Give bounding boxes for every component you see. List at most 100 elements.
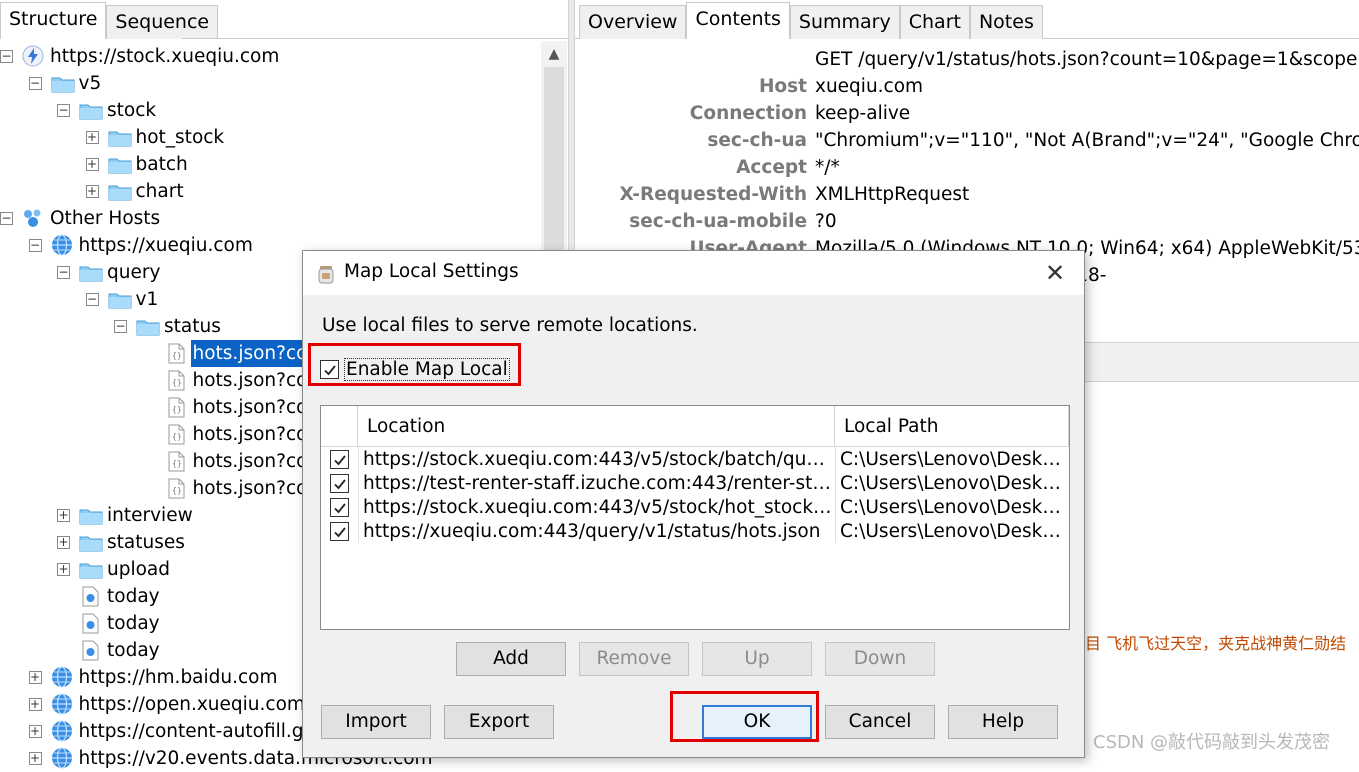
tree-node-label[interactable]: interview <box>105 502 195 529</box>
expand-icon[interactable]: + <box>85 131 99 144</box>
close-icon[interactable]: ✕ <box>1040 259 1070 287</box>
tree-node-label[interactable]: today <box>105 637 162 664</box>
highlight-box-ok <box>670 691 819 742</box>
tree-node-label[interactable]: batch <box>134 151 190 178</box>
header-value: "Chromium";v="110", "Not A(Brand";v="24"… <box>815 130 1359 151</box>
tree-node[interactable]: − https://stock.xueqiu.com <box>0 43 540 70</box>
expand-icon[interactable]: + <box>28 698 42 711</box>
tree-node-label[interactable]: chart <box>134 178 186 205</box>
scroll-up-arrow-icon[interactable]: ▲ <box>541 41 567 67</box>
header-row: Connection keep-alive <box>575 103 1359 130</box>
collapse-icon[interactable]: − <box>0 212 13 225</box>
svg-text:{}: {} <box>172 405 182 414</box>
add-button[interactable]: Add <box>456 642 566 676</box>
local-path-cell[interactable]: C:\Users\Lenovo\Deskto... <box>840 448 1064 472</box>
location-cell[interactable]: https://test-renter-staff.izuche.com:443… <box>363 472 833 496</box>
tree-node[interactable]: + batch <box>0 151 540 178</box>
table-row[interactable]: https://stock.xueqiu.com:443/v5/stock/ho… <box>321 496 1069 520</box>
expand-icon[interactable]: + <box>57 536 70 549</box>
collapse-icon[interactable]: − <box>57 104 70 117</box>
dialog-titlebar[interactable]: Map Local Settings ✕ <box>303 251 1084 295</box>
table-row[interactable]: https://stock.xueqiu.com:443/v5/stock/ba… <box>321 448 1069 472</box>
tab-contents[interactable]: Contents <box>686 2 790 39</box>
header-value: */* <box>815 157 840 178</box>
tab-chart[interactable]: Chart <box>899 5 970 39</box>
tree-node-label[interactable]: stock <box>105 97 158 124</box>
tab-summary[interactable]: Summary <box>789 5 900 39</box>
tree-node[interactable]: + chart <box>0 178 540 205</box>
tab-sequence[interactable]: Sequence <box>106 5 219 39</box>
down-button[interactable]: Down <box>825 642 935 676</box>
expand-icon[interactable]: + <box>28 752 42 765</box>
tree-node-label[interactable]: query <box>105 259 162 286</box>
header-row: Host xueqiu.com <box>575 76 1359 103</box>
import-button[interactable]: Import <box>321 705 431 739</box>
tree-node-label[interactable]: statuses <box>105 529 187 556</box>
collapse-icon[interactable]: − <box>28 239 42 252</box>
tree-node-label[interactable]: https://hm.baidu.com <box>77 664 280 691</box>
tree-node[interactable]: + hot_stock <box>0 124 540 151</box>
remove-button[interactable]: Remove <box>579 642 689 676</box>
collapse-icon[interactable]: − <box>0 50 13 63</box>
tab-structure[interactable]: Structure <box>0 2 107 39</box>
header-name: Accept <box>736 157 807 178</box>
collapse-icon[interactable]: − <box>28 77 42 90</box>
svg-text:{}: {} <box>172 459 182 468</box>
row-checkbox[interactable] <box>330 450 349 469</box>
mappings-table: Location Local Path https://stock.xueqiu… <box>320 405 1070 630</box>
location-cell[interactable]: https://xueqiu.com:443/query/v1/status/h… <box>363 520 833 544</box>
expand-icon[interactable]: + <box>57 563 70 576</box>
up-button[interactable]: Up <box>702 642 812 676</box>
expand-icon[interactable]: + <box>28 725 42 738</box>
expand-icon[interactable]: + <box>28 671 42 684</box>
expand-icon[interactable]: + <box>85 158 99 171</box>
tree-node-label[interactable]: v5 <box>77 70 104 97</box>
local-path-cell[interactable]: C:\Users\Lenovo\Deskto... <box>840 496 1064 520</box>
table-row[interactable]: https://xueqiu.com:443/query/v1/status/h… <box>321 520 1069 544</box>
scroll-thumb[interactable] <box>544 67 564 267</box>
collapse-icon[interactable]: − <box>114 320 127 333</box>
location-cell[interactable]: https://stock.xueqiu.com:443/v5/stock/ba… <box>363 448 833 472</box>
tree-node-label[interactable]: today <box>105 610 162 637</box>
header-value: keep-alive <box>815 103 911 124</box>
svg-text:{}: {} <box>172 432 182 441</box>
row-checkbox[interactable] <box>330 474 349 493</box>
cancel-button[interactable]: Cancel <box>825 705 935 739</box>
tree-node-label[interactable]: status <box>162 313 223 340</box>
row-checkbox[interactable] <box>330 498 349 517</box>
header-name: X-Requested-With <box>619 184 807 205</box>
map-local-dialog: Map Local Settings ✕ Use local files to … <box>302 250 1085 758</box>
tree-node[interactable]: − stock <box>0 97 540 124</box>
expand-icon[interactable]: + <box>57 509 70 522</box>
column-header-local-path[interactable]: Local Path <box>835 406 1069 447</box>
tree-node-label[interactable]: Other Hosts <box>48 205 162 232</box>
header-name: sec-ch-ua-mobile <box>629 211 807 232</box>
tree-node[interactable]: − v5 <box>0 70 540 97</box>
response-body-text: 目 飞机飞过天空，夹克战神黄仁勋结 <box>1085 634 1347 653</box>
tree-node-label[interactable]: https://xueqiu.com <box>77 232 255 259</box>
expand-icon[interactable]: + <box>85 185 99 198</box>
export-button[interactable]: Export <box>444 705 554 739</box>
tree-node-label[interactable]: upload <box>105 556 172 583</box>
tree-node-label[interactable]: https://open.xueqiu.com <box>77 691 307 718</box>
header-name: Connection <box>689 103 807 124</box>
tree-node-label[interactable]: https://stock.xueqiu.com <box>48 43 281 70</box>
local-path-cell[interactable]: C:\Users\Lenovo\Deskto... <box>840 520 1064 544</box>
help-button[interactable]: Help <box>948 705 1058 739</box>
header-row: sec-ch-ua "Chromium";v="110", "Not A(Bran… <box>575 130 1359 157</box>
location-cell[interactable]: https://stock.xueqiu.com:443/v5/stock/ho… <box>363 496 833 520</box>
column-header-enabled[interactable] <box>321 406 358 447</box>
local-path-cell[interactable]: C:\Users\Lenovo\Deskto... <box>840 472 1064 496</box>
tab-notes[interactable]: Notes <box>969 5 1043 39</box>
table-row[interactable]: https://test-renter-staff.izuche.com:443… <box>321 472 1069 496</box>
tree-node-label[interactable]: today <box>105 583 162 610</box>
tab-overview[interactable]: Overview <box>579 5 687 39</box>
tree-node-label[interactable]: hot_stock <box>134 124 227 151</box>
tree-node-label[interactable]: https://content-autofill.go <box>77 718 317 745</box>
row-checkbox[interactable] <box>330 522 349 541</box>
column-header-location[interactable]: Location <box>358 406 835 447</box>
tree-node[interactable]: − Other Hosts <box>0 205 540 232</box>
collapse-icon[interactable]: − <box>57 266 70 279</box>
collapse-icon[interactable]: − <box>85 293 99 306</box>
tree-node-label[interactable]: v1 <box>134 286 161 313</box>
